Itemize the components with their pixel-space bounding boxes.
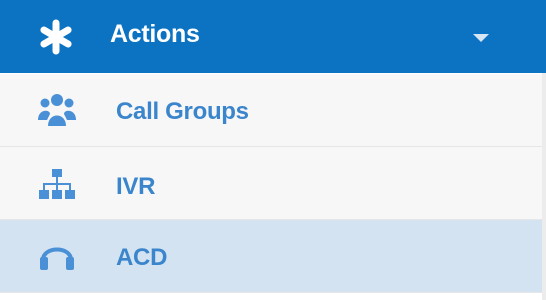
menu-item-label: Call Groups — [116, 98, 249, 125]
scroll-edge — [542, 73, 546, 300]
headset-icon — [38, 238, 76, 276]
sitemap-icon — [38, 167, 76, 205]
actions-menu-header[interactable]: Actions — [0, 0, 546, 73]
menu-item-label: ACD — [116, 244, 168, 271]
sidebar-menu: Actions Call Groups IVR ACD — [0, 0, 546, 300]
menu-item-call-groups[interactable]: Call Groups — [0, 74, 546, 147]
chevron-down-icon[interactable] — [472, 30, 490, 42]
users-group-icon — [38, 92, 76, 130]
menu-item-label: IVR — [116, 173, 156, 200]
menu-item-acd[interactable]: ACD — [0, 220, 546, 293]
asterisk-icon — [38, 19, 74, 55]
actions-label: Actions — [110, 20, 200, 48]
menu-item-ivr[interactable]: IVR — [0, 147, 546, 220]
